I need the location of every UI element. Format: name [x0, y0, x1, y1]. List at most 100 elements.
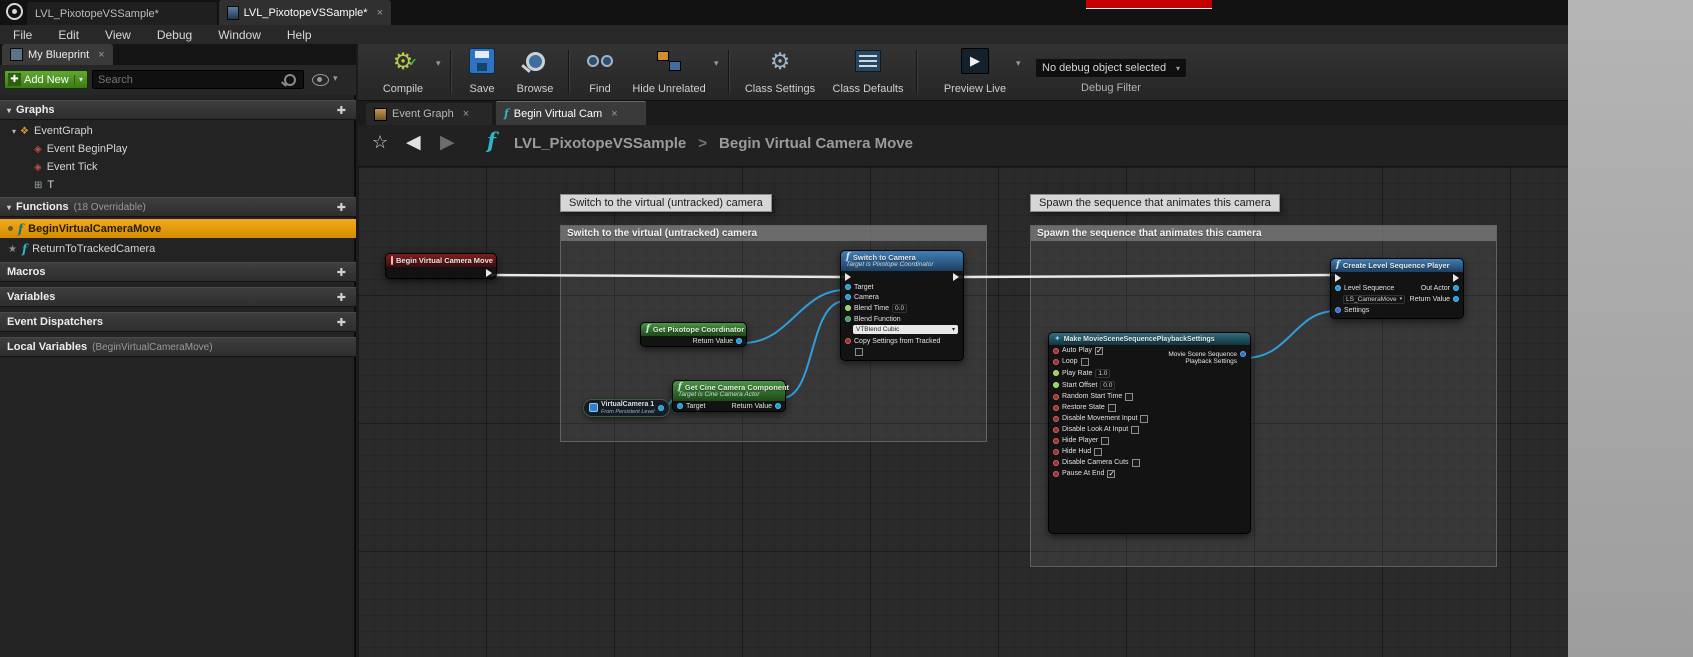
- tree-item-t[interactable]: ⊞ T: [0, 176, 356, 194]
- tree-item-beginvirtualcameramove[interactable]: f BeginVirtualCameraMove: [0, 219, 356, 238]
- preview-live-button[interactable]: ▶ Preview Live: [938, 46, 1012, 98]
- class-settings-button[interactable]: ⚙ Class Settings: [740, 46, 820, 98]
- pause-at-end-checkbox[interactable]: [1107, 470, 1115, 478]
- node-switch-to-camera[interactable]: f Switch to Camera Target is Pixotope Co…: [840, 250, 964, 361]
- settings-pin[interactable]: [1335, 307, 1341, 313]
- copy-settings-pin[interactable]: [845, 338, 851, 344]
- camera-pin[interactable]: [845, 294, 851, 300]
- blend-time-field[interactable]: 0.0: [892, 304, 907, 313]
- exec-out-pin[interactable]: [486, 269, 492, 277]
- add-graph-button[interactable]: ✚: [337, 104, 346, 117]
- variables-section-header[interactable]: Variables ✚: [0, 287, 356, 307]
- random-start-time-pin[interactable]: [1053, 394, 1059, 400]
- restore-state-checkbox[interactable]: [1108, 404, 1116, 412]
- close-icon[interactable]: ×: [463, 108, 469, 120]
- add-new-button[interactable]: ✚ Add New ▾: [4, 70, 88, 89]
- exec-wire-begin-to-switch[interactable]: [490, 275, 845, 277]
- close-icon[interactable]: ×: [377, 7, 383, 19]
- disable-movement-input-checkbox[interactable]: [1140, 415, 1148, 423]
- play-rate-pin[interactable]: [1053, 370, 1059, 376]
- exec-out-pin[interactable]: [953, 273, 959, 281]
- node-make-playback-settings[interactable]: ✦ Make MovieSceneSequencePlaybackSetting…: [1048, 332, 1251, 534]
- auto-play-pin[interactable]: [1053, 348, 1059, 354]
- breadcrumb-root[interactable]: LVL_PixotopeVSSample: [514, 135, 686, 152]
- asset-tab-2[interactable]: LVL_PixotopeVSSample* ×: [219, 0, 391, 25]
- target-pin[interactable]: [677, 403, 683, 409]
- random-start-time-checkbox[interactable]: [1125, 393, 1133, 401]
- menu-edit[interactable]: Edit: [45, 28, 92, 42]
- auto-play-checkbox[interactable]: [1095, 347, 1103, 355]
- blend-function-dropdown[interactable]: VTBlend Cubic ▾: [853, 325, 958, 334]
- node-create-level-sequence-player[interactable]: f Create Level Sequence Player Level Seq…: [1330, 258, 1464, 319]
- hide-unrelated-chevron-icon[interactable]: ▾: [714, 58, 719, 69]
- local-variables-section-header[interactable]: Local Variables (BeginVirtualCameraMove): [0, 337, 356, 357]
- data-wire-settings-to-create[interactable]: [1245, 311, 1336, 358]
- level-sequence-asset-picker[interactable]: LS_CameraMove ▾: [1343, 295, 1405, 304]
- node-get-pixotope-coordinator[interactable]: f Get Pixotope Coordinator Return Value: [640, 322, 747, 347]
- disable-movement-input-pin[interactable]: [1053, 416, 1059, 422]
- hide-unrelated-button[interactable]: Hide Unrelated: [628, 46, 710, 98]
- tree-item-event-tick[interactable]: ◈ Event Tick: [0, 158, 356, 176]
- node-virtualcamera-1[interactable]: VirtualCamera 1 From Persistent Level: [583, 399, 670, 417]
- add-dispatcher-button[interactable]: ✚: [337, 316, 346, 329]
- play-rate-field[interactable]: 1.0: [1095, 369, 1110, 378]
- menu-window[interactable]: Window: [205, 28, 274, 42]
- tree-item-eventgraph[interactable]: ▾ ❖ EventGraph: [0, 122, 356, 140]
- event-dispatchers-section-header[interactable]: Event Dispatchers ✚: [0, 312, 356, 332]
- out-actor-pin[interactable]: [1453, 285, 1459, 291]
- pause-at-end-pin[interactable]: [1053, 471, 1059, 477]
- hide-hud-checkbox[interactable]: [1094, 448, 1102, 456]
- return-value-pin[interactable]: [1453, 296, 1459, 302]
- browse-button[interactable]: Browse: [510, 46, 560, 98]
- node-get-cine-camera-component[interactable]: f Get Cine Camera Component Target is Ci…: [672, 380, 786, 412]
- level-sequence-pin[interactable]: [1335, 285, 1341, 291]
- functions-section-header[interactable]: ▾ Functions (18 Overridable) ✚: [0, 197, 356, 217]
- node-begin-virtual-camera-move[interactable]: Begin Virtual Camera Move: [385, 253, 497, 279]
- class-defaults-button[interactable]: Class Defaults: [828, 46, 908, 98]
- my-blueprint-tab[interactable]: My Blueprint ×: [2, 44, 113, 65]
- back-arrow-icon[interactable]: ◀: [406, 131, 421, 154]
- collapse-arrow-icon[interactable]: ▾: [7, 203, 11, 212]
- struct-out-pin[interactable]: [1240, 351, 1246, 357]
- graphs-section-header[interactable]: ▾ Graphs ✚: [0, 100, 356, 120]
- restore-state-pin[interactable]: [1053, 405, 1059, 411]
- compile-options-chevron-icon[interactable]: ▾: [436, 58, 441, 69]
- menu-view[interactable]: View: [92, 28, 144, 42]
- tree-item-event-beginplay[interactable]: ◈ Event BeginPlay: [0, 140, 356, 158]
- start-offset-pin[interactable]: [1053, 382, 1059, 388]
- disable-camera-cuts-pin[interactable]: [1053, 460, 1059, 466]
- variable-out-pin[interactable]: [658, 405, 664, 411]
- menu-help[interactable]: Help: [274, 28, 325, 42]
- data-wire-cine-to-camera[interactable]: [782, 301, 845, 398]
- asset-tab-1[interactable]: LVL_PixotopeVSSample*: [27, 2, 217, 25]
- exec-out-pin[interactable]: [1453, 274, 1459, 282]
- playback-settings-out[interactable]: Movie Scene Sequence Playback Settings: [1158, 351, 1246, 366]
- debug-object-dropdown[interactable]: No debug object selected ▾: [1035, 58, 1187, 78]
- add-function-button[interactable]: ✚: [337, 201, 346, 214]
- save-button[interactable]: Save: [460, 46, 504, 98]
- disable-camera-cuts-checkbox[interactable]: [1132, 459, 1140, 467]
- target-pin[interactable]: [845, 284, 851, 290]
- menu-debug[interactable]: Debug: [144, 28, 205, 42]
- hide-player-pin[interactable]: [1053, 438, 1059, 444]
- disable-look-at-input-checkbox[interactable]: [1131, 426, 1139, 434]
- return-value-pin[interactable]: [736, 338, 742, 344]
- add-macro-button[interactable]: ✚: [337, 266, 346, 279]
- return-value-pin[interactable]: [775, 403, 781, 409]
- tree-item-returntotrackedcamera[interactable]: ★ f ReturnToTrackedCamera: [0, 240, 356, 258]
- search-input[interactable]: [93, 74, 284, 86]
- hide-hud-pin[interactable]: [1053, 449, 1059, 455]
- tab-event-graph[interactable]: Event Graph ×: [366, 103, 492, 125]
- exec-in-pin[interactable]: [1335, 274, 1341, 282]
- menu-file[interactable]: File: [0, 28, 45, 42]
- chevron-down-icon[interactable]: ▾: [74, 75, 87, 84]
- chevron-down-icon[interactable]: ▾: [333, 73, 338, 84]
- copy-settings-checkbox[interactable]: [855, 348, 863, 356]
- data-wire-pixotope-to-target[interactable]: [743, 290, 845, 343]
- hide-player-checkbox[interactable]: [1101, 437, 1109, 445]
- find-button[interactable]: Find: [578, 46, 622, 98]
- favorite-star-icon[interactable]: ☆: [372, 132, 388, 153]
- close-icon[interactable]: ×: [611, 108, 617, 120]
- macros-section-header[interactable]: Macros ✚: [0, 262, 356, 282]
- compile-button[interactable]: ⚙ Compile: [372, 46, 434, 98]
